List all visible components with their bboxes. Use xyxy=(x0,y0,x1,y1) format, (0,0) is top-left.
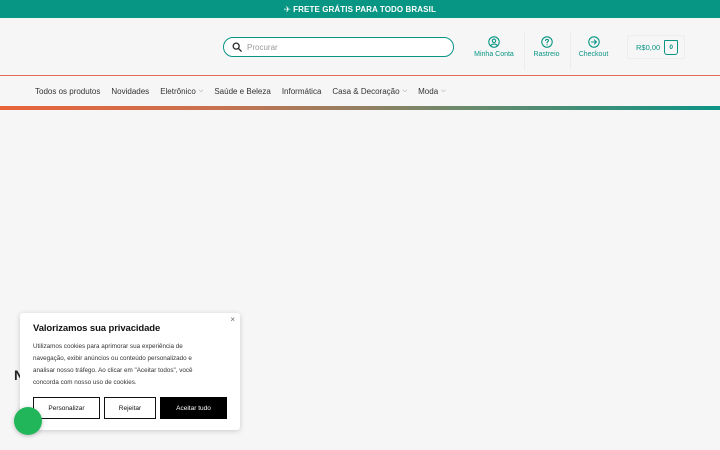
promo-text: ✈ FRETE GRÁTIS PARA TODO BRASIL xyxy=(284,4,436,14)
nav-item-label: Informática xyxy=(281,86,322,96)
nav-item-label: Todos os produtos xyxy=(35,86,101,96)
tracking-label: Rastreio xyxy=(533,51,560,58)
checkout-label: Checkout xyxy=(578,51,609,58)
nav-item-all-products[interactable]: Todos os produtos xyxy=(35,87,100,96)
header-divider xyxy=(524,32,525,70)
promo-bar: ✈ FRETE GRÁTIS PARA TODO BRASIL xyxy=(0,0,720,18)
nav-item-label: Novidades xyxy=(111,86,150,96)
tracking-link[interactable]: Rastreio xyxy=(532,36,561,58)
header-gradient-divider xyxy=(0,106,720,110)
cookie-title: Valorizamos sua privacidade xyxy=(33,323,161,334)
cookie-actions: Personalizar Rejeitar Aceitar tudo xyxy=(33,397,227,419)
shopping-bag-icon: 0 xyxy=(664,39,679,55)
user-circle-icon xyxy=(488,36,500,48)
cart-button[interactable]: R$0,00 0 xyxy=(627,35,685,59)
nav-item-label: Saúde e Beleza xyxy=(214,86,271,96)
site-header: Minha Conta Rastreio Checkout R$0,00 0 xyxy=(0,18,720,76)
nav-item-label: Moda xyxy=(418,86,439,96)
reject-button[interactable]: Rejeitar xyxy=(104,397,156,419)
nav-item-electronics[interactable]: Eletrônico ⌵ xyxy=(160,87,203,96)
nav-item-health-beauty[interactable]: Saúde e Beleza xyxy=(214,87,271,96)
whatsapp-icon[interactable] xyxy=(14,407,42,435)
help-circle-icon xyxy=(540,36,553,48)
cookie-body: Utilizamos cookies para aprimorar sua ex… xyxy=(33,343,193,386)
account-link[interactable]: Minha Conta xyxy=(474,36,514,58)
close-icon[interactable]: × xyxy=(230,315,235,324)
accept-all-button[interactable]: Aceitar tudo xyxy=(160,397,227,419)
search-input[interactable] xyxy=(247,42,437,52)
nav-item-new[interactable]: Novidades xyxy=(111,87,149,96)
header-divider xyxy=(570,32,571,70)
nav-item-label: Eletrônico xyxy=(160,86,196,96)
cart-count: 0 xyxy=(669,43,673,51)
main-nav: Todos os produtos Novidades Eletrônico ⌵… xyxy=(0,76,720,106)
cookie-consent-banner: × Valorizamos sua privacidade Utilizamos… xyxy=(20,313,240,430)
search-bar[interactable] xyxy=(223,37,454,57)
account-label: Minha Conta xyxy=(474,51,514,58)
arrow-right-circle-icon xyxy=(587,36,600,48)
nav-item-label: Casa & Decoração xyxy=(332,86,400,96)
chevron-down-icon: ⌵ xyxy=(441,87,446,94)
nav-item-fashion[interactable]: Moda ⌵ xyxy=(418,87,446,96)
chevron-down-icon: ⌵ xyxy=(402,87,408,94)
customize-button[interactable]: Personalizar xyxy=(33,397,100,419)
chevron-down-icon: ⌵ xyxy=(198,87,204,94)
nav-item-computing[interactable]: Informática xyxy=(282,87,322,96)
nav-item-home-decor[interactable]: Casa & Decoração ⌵ xyxy=(332,87,407,96)
search-icon[interactable] xyxy=(232,42,242,52)
cart-total: R$0,00 xyxy=(636,42,661,52)
checkout-link[interactable]: Checkout xyxy=(578,36,609,58)
